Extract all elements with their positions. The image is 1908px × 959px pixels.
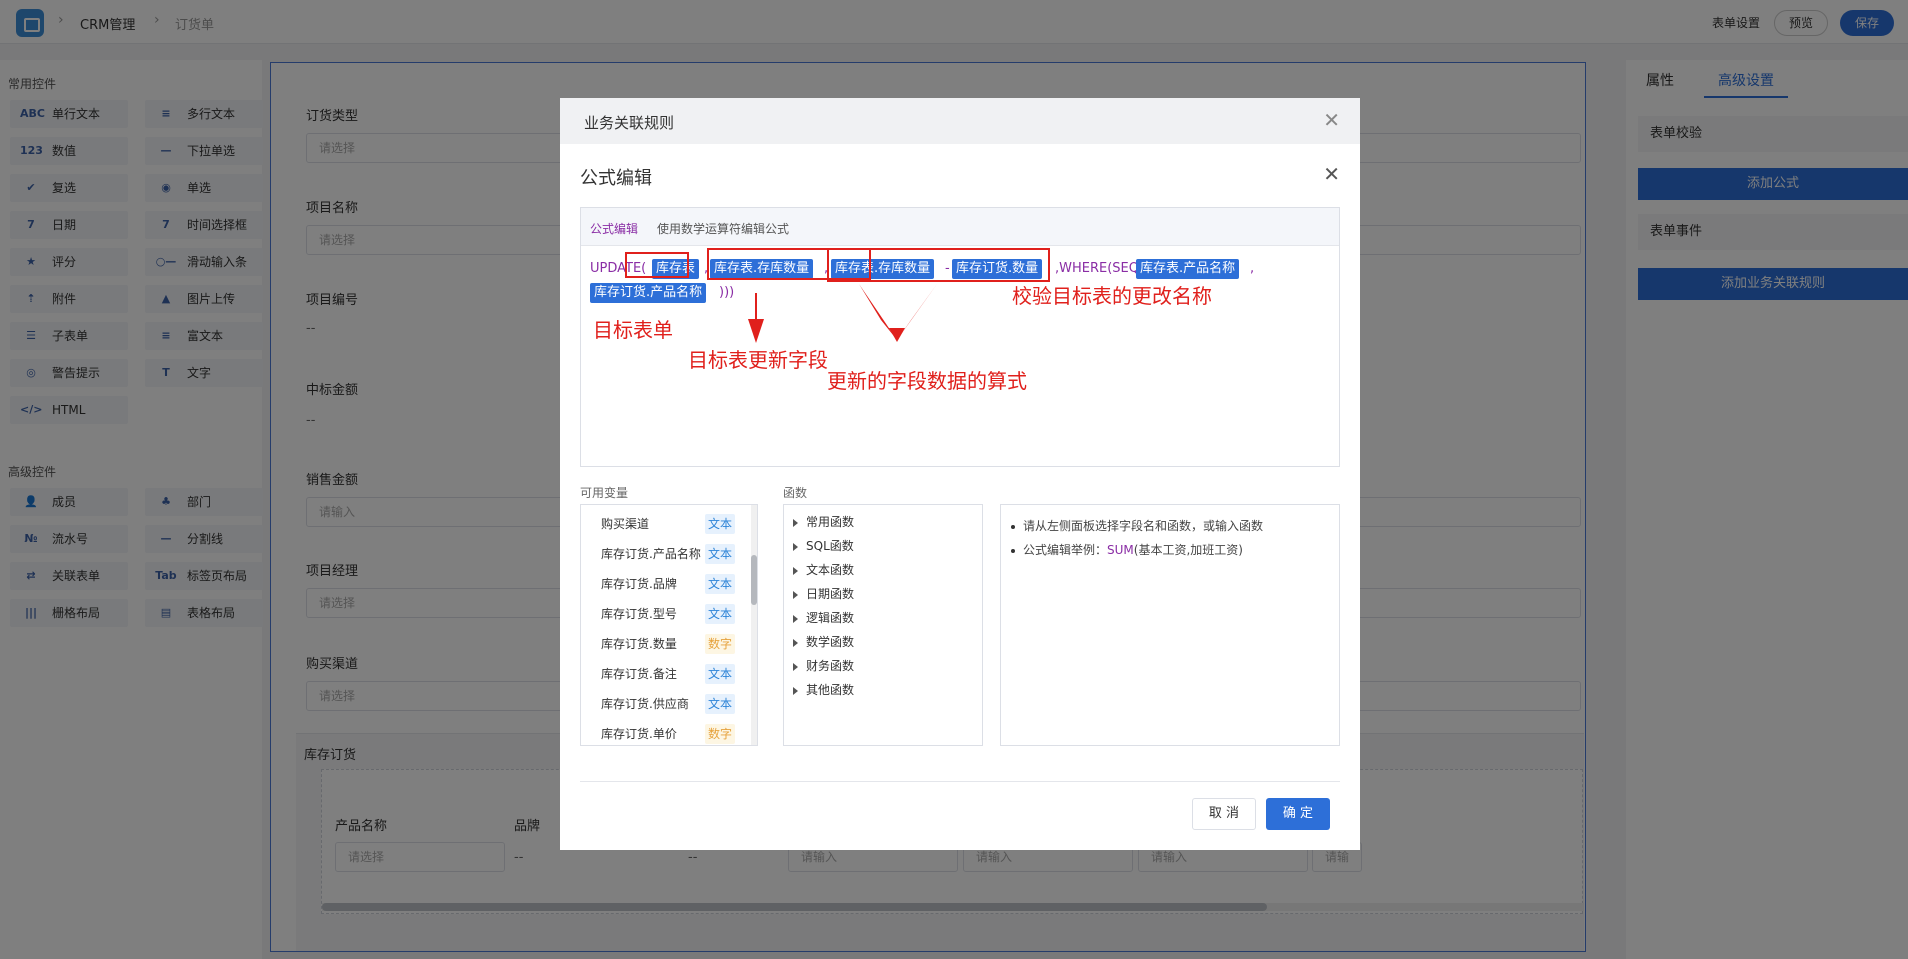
variable-name: 购买渠道 xyxy=(601,517,650,531)
editor-label: 公式编辑 xyxy=(590,222,639,236)
help-line: 公式编辑举例：SUM(基本工资,加班工资) xyxy=(1011,541,1243,558)
variable-name: 库存订货.产品名称 xyxy=(601,547,701,561)
function-category-label: 常用函数 xyxy=(806,515,855,529)
variable-type-badge: 文本 xyxy=(705,544,735,564)
caret-right-icon xyxy=(793,662,798,671)
caret-right-icon xyxy=(793,686,798,695)
formula-tag-order-product[interactable]: 库存订货.产品名称 xyxy=(590,283,707,303)
formula-editor[interactable]: 公式编辑 使用数学运算符编辑公式 UPDATE( 库存表 , 库存表.存库数量 … xyxy=(580,207,1340,467)
formula-closing: ))) xyxy=(719,285,735,300)
function-category[interactable]: SQL函数 xyxy=(793,537,854,554)
help-fn-args: (基本工资,加班工资) xyxy=(1133,543,1243,557)
annotation-formula-desc: 更新的字段数据的算式 xyxy=(827,369,1027,393)
caret-right-icon xyxy=(793,542,798,551)
function-category[interactable]: 日期函数 xyxy=(793,585,854,602)
variable-type-badge: 文本 xyxy=(705,694,735,714)
help-fn-name: SUM xyxy=(1107,543,1134,557)
confirm-button[interactable]: 确 定 xyxy=(1266,798,1330,830)
help-text: 请从左侧面板选择字段名和函数，或输入函数 xyxy=(1023,519,1264,533)
functions-list: 常用函数 SQL函数文本函数日期函数逻辑函数数学函数财务函数其他函数 xyxy=(783,504,983,746)
function-category[interactable]: 逻辑函数 xyxy=(793,609,854,626)
variable-type-badge: 数字 xyxy=(705,724,735,744)
function-category-label: SQL函数 xyxy=(806,539,854,553)
variable-name: 库存订货.型号 xyxy=(601,607,677,621)
variables-title: 可用变量 xyxy=(580,486,629,500)
bullet-icon xyxy=(1011,548,1015,553)
functions-title: 函数 xyxy=(783,486,808,500)
arrow-down-icon xyxy=(748,293,764,343)
close-icon[interactable]: ✕ xyxy=(1323,162,1340,186)
function-category-label: 财务函数 xyxy=(806,659,855,673)
highlight-formula xyxy=(827,248,1050,282)
annotation-target-form: 目标表单 xyxy=(593,318,673,342)
dialog-header: 业务关联规则 ✕ xyxy=(560,98,1360,144)
dialog-title: 公式编辑 xyxy=(580,168,652,189)
function-category[interactable]: 常用函数 xyxy=(793,513,854,530)
function-category-label: 数学函数 xyxy=(806,635,855,649)
vertical-scrollbar[interactable] xyxy=(751,505,757,745)
function-category-label: 其他函数 xyxy=(806,683,855,697)
function-category[interactable]: 其他函数 xyxy=(793,681,854,698)
scrollbar-thumb[interactable] xyxy=(751,555,757,605)
function-category[interactable]: 财务函数 xyxy=(793,657,854,674)
variable-name: 库存订货.供应商 xyxy=(601,697,689,711)
variable-type-badge: 数字 xyxy=(705,634,735,654)
formula-where-keyword: ,WHERE(SEQ( xyxy=(1055,261,1145,276)
help-panel: 请从左侧面板选择字段名和函数，或输入函数 公式编辑举例：SUM(基本工资,加班工… xyxy=(1000,504,1340,746)
variable-item[interactable]: 库存订货.备注 文本 xyxy=(601,662,741,686)
help-line: 请从左侧面板选择字段名和函数，或输入函数 xyxy=(1011,517,1263,534)
formula-edit-dialog: 公式编辑 ✕ 公式编辑 使用数学运算符编辑公式 UPDATE( 库存表 , 库存… xyxy=(560,144,1360,850)
variable-item[interactable]: 库存订货.数量 数字 xyxy=(601,632,741,656)
variable-item[interactable]: 库存订货.产品名称 文本 xyxy=(601,542,741,566)
arrow-converge-icon xyxy=(859,284,937,342)
caret-right-icon xyxy=(793,518,798,527)
variable-name: 库存订货.备注 xyxy=(601,667,677,681)
variable-name: 库存订货.单价 xyxy=(601,727,677,741)
variables-list: 购买渠道 文本 库存订货.产品名称 文本 库存订货.品牌 文本 库存订货.型号 文本 库存订货.… xyxy=(580,504,758,746)
function-category[interactable]: 数学函数 xyxy=(793,633,854,650)
variable-name: 库存订货.数量 xyxy=(601,637,677,651)
close-icon[interactable]: ✕ xyxy=(1323,108,1340,132)
variable-item[interactable]: 库存订货.供应商 文本 xyxy=(601,692,741,716)
variable-item[interactable]: 购买渠道 文本 xyxy=(601,512,741,536)
variable-item[interactable]: 库存订货.型号 文本 xyxy=(601,602,741,626)
editor-toolbar: 公式编辑 使用数学运算符编辑公式 xyxy=(581,208,1339,246)
variable-type-badge: 文本 xyxy=(705,514,735,534)
bullet-icon xyxy=(1011,524,1015,529)
function-category-label: 文本函数 xyxy=(806,563,855,577)
caret-right-icon xyxy=(793,638,798,647)
caret-right-icon xyxy=(793,566,798,575)
variable-type-badge: 文本 xyxy=(705,574,735,594)
formula-tag-product[interactable]: 库存表.产品名称 xyxy=(1136,259,1240,279)
variable-type-badge: 文本 xyxy=(705,604,735,624)
cancel-button[interactable]: 取 消 xyxy=(1192,798,1256,830)
dialog-divider xyxy=(580,781,1340,782)
highlight-target-form xyxy=(625,252,689,278)
formula-comma: , xyxy=(1250,261,1255,276)
function-category-label: 日期函数 xyxy=(806,587,855,601)
variable-name: 库存订货.品牌 xyxy=(601,577,677,591)
dialog-title: 业务关联规则 xyxy=(584,114,675,132)
caret-right-icon xyxy=(793,614,798,623)
variable-item[interactable]: 库存订货.单价 数字 xyxy=(601,722,741,745)
function-category-label: 逻辑函数 xyxy=(806,611,855,625)
caret-right-icon xyxy=(793,590,798,599)
editor-hint: 使用数学运算符编辑公式 xyxy=(657,222,790,236)
function-category[interactable]: 文本函数 xyxy=(793,561,854,578)
variable-item[interactable]: 库存订货.品牌 文本 xyxy=(601,572,741,596)
annotation-target-field: 目标表更新字段 xyxy=(688,348,828,372)
help-text: 公式编辑举例： xyxy=(1023,543,1108,557)
variable-type-badge: 文本 xyxy=(705,664,735,684)
annotation-check-name: 校验目标表的更改名称 xyxy=(1012,284,1212,308)
